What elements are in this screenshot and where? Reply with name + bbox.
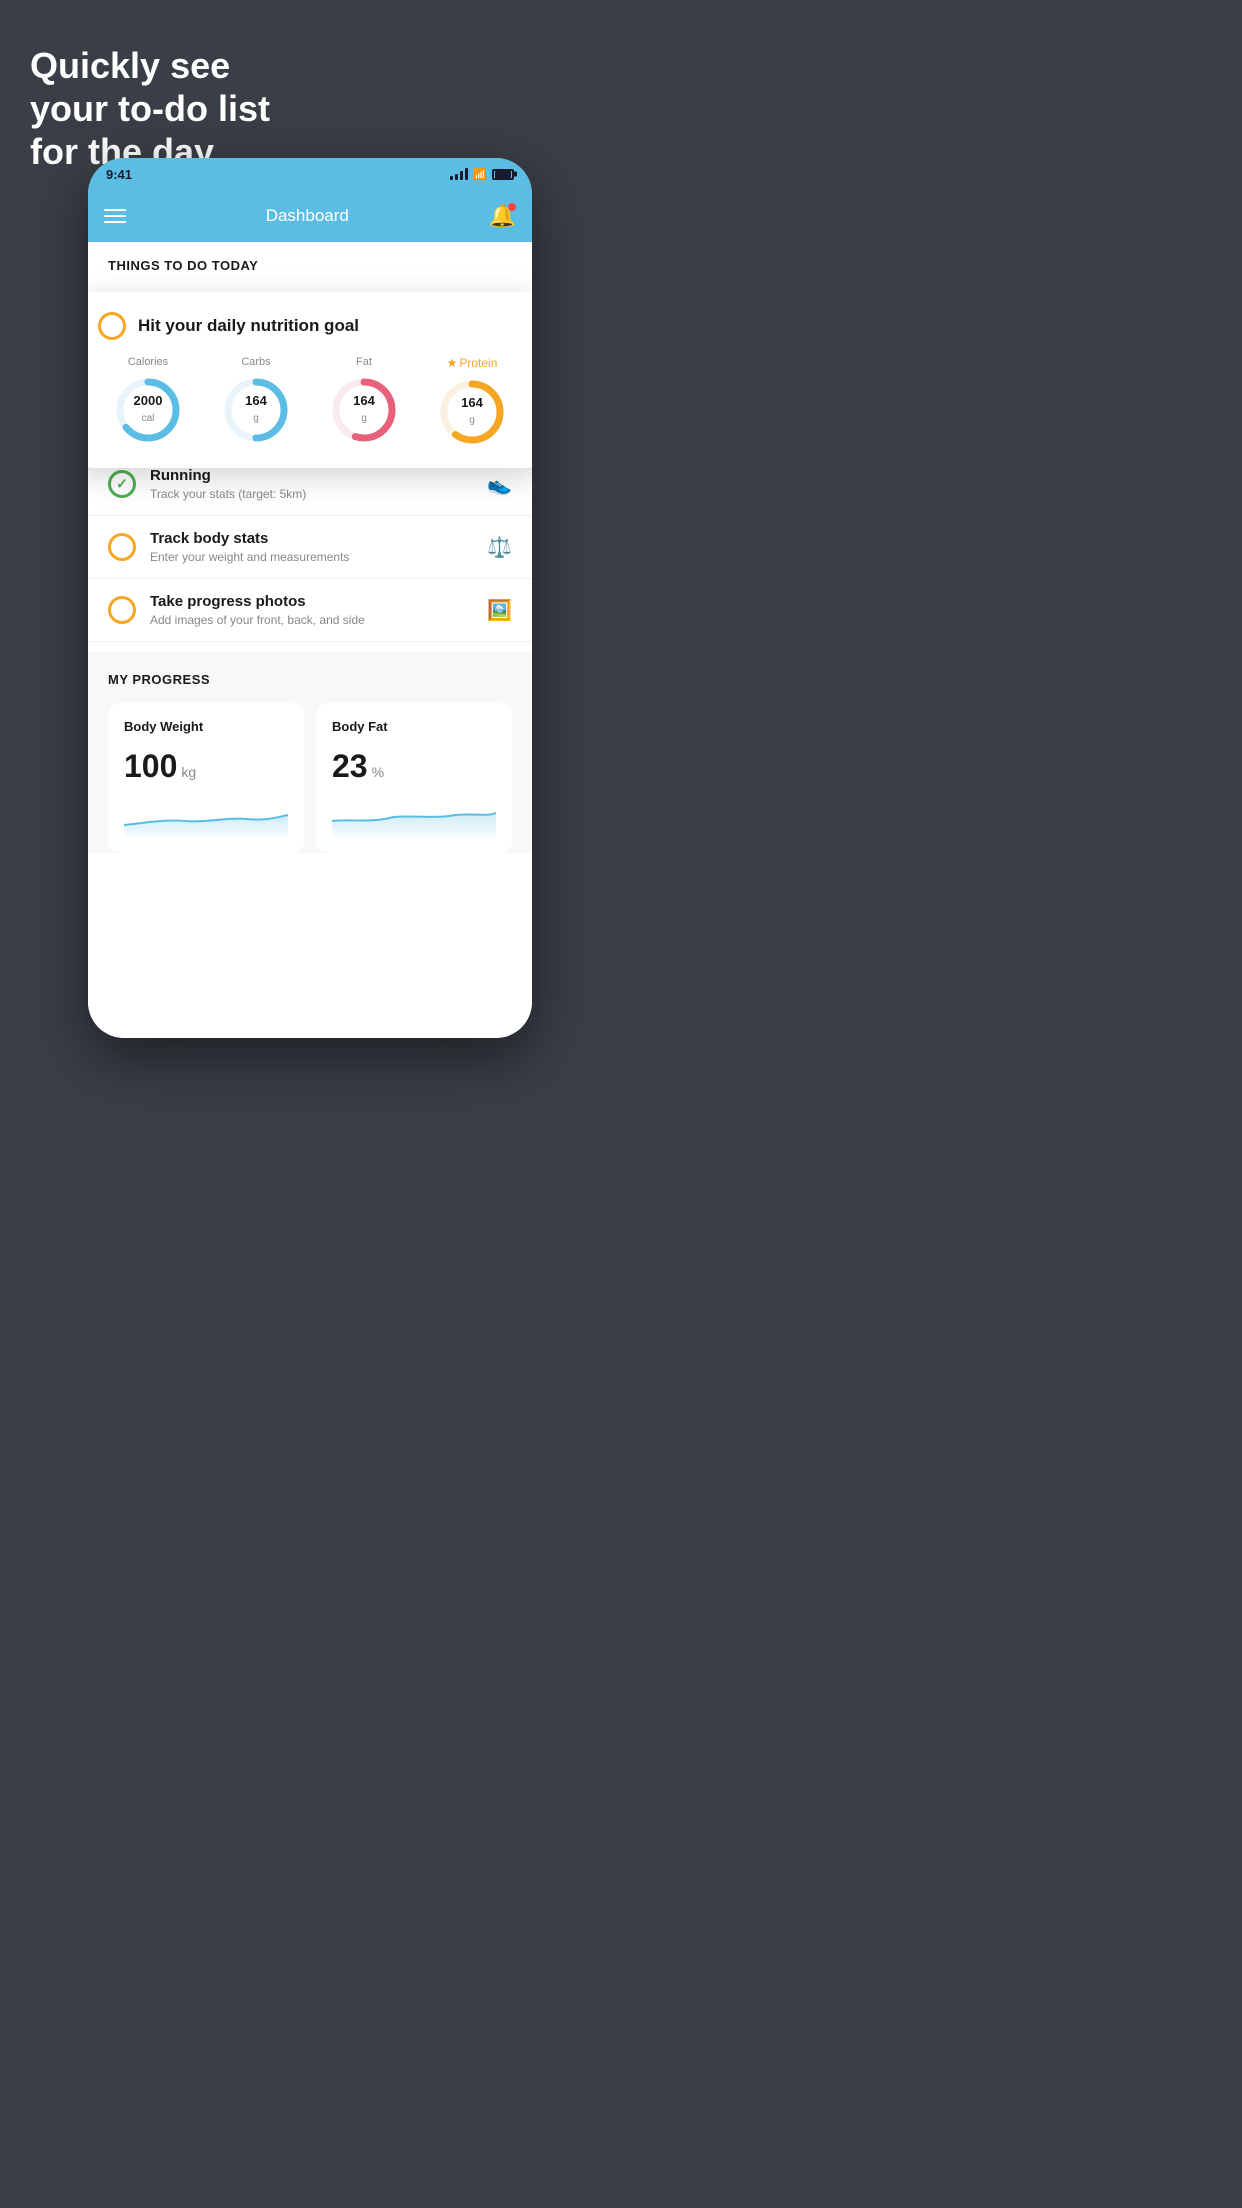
nutrition-card: Hit your daily nutrition goal Calories xyxy=(88,292,532,468)
body-weight-value: 100 xyxy=(124,748,177,785)
carbs-label: Carbs xyxy=(241,356,270,368)
nav-bar: Dashboard 🔔 xyxy=(88,190,532,242)
fat-donut: 164 g xyxy=(328,374,400,446)
carbs-donut: 164 g xyxy=(220,374,292,446)
body-weight-sparkline xyxy=(124,797,288,837)
protein-value: 164 xyxy=(461,396,483,410)
calories-value: 2000 xyxy=(134,394,163,408)
body-fat-value: 23 xyxy=(332,748,368,785)
body-weight-title: Body Weight xyxy=(124,719,288,734)
body-fat-title: Body Fat xyxy=(332,719,496,734)
progress-section: MY PROGRESS Body Weight 100 kg xyxy=(88,652,532,853)
battery-icon xyxy=(492,169,514,180)
progress-header: MY PROGRESS xyxy=(108,672,512,687)
todo-photos[interactable]: Take progress photos Add images of your … xyxy=(88,579,532,642)
carbs-value: 164 xyxy=(245,394,267,408)
fat-value: 164 xyxy=(353,394,375,408)
running-subtitle: Track your stats (target: 5km) xyxy=(150,487,473,501)
body-fat-card: Body Fat 23 % xyxy=(316,703,512,853)
body-stats-title: Track body stats xyxy=(150,530,473,547)
section-header: THINGS TO DO TODAY xyxy=(88,242,532,283)
body-weight-card: Body Weight 100 kg xyxy=(108,703,304,853)
protein-item: ★ Protein 164 g xyxy=(436,356,508,448)
photos-subtitle: Add images of your front, back, and side xyxy=(150,613,473,627)
carbs-unit: g xyxy=(253,413,259,424)
status-time: 9:41 xyxy=(106,167,132,182)
body-weight-unit: kg xyxy=(181,764,196,780)
body-stats-subtitle: Enter your weight and measurements xyxy=(150,550,473,564)
todo-body-stats[interactable]: Track body stats Enter your weight and m… xyxy=(88,516,532,579)
signal-icon xyxy=(450,168,468,180)
menu-button[interactable] xyxy=(104,209,126,223)
wifi-icon: 📶 xyxy=(473,168,487,181)
carbs-item: Carbs 164 g xyxy=(220,356,292,448)
protein-label: ★ Protein xyxy=(447,356,498,370)
hero-heading: Quickly see your to-do list for the day. xyxy=(30,44,270,174)
calories-unit: cal xyxy=(142,413,155,424)
status-bar: 9:41 📶 xyxy=(88,158,532,190)
notification-button[interactable]: 🔔 xyxy=(489,203,516,229)
running-checkbox[interactable] xyxy=(108,470,136,498)
notification-badge xyxy=(508,203,516,211)
body-fat-sparkline xyxy=(332,797,496,837)
phone-mockup: 9:41 📶 Dashboard 🔔 THINGS TO DO TODAY xyxy=(88,158,532,1038)
fat-label: Fat xyxy=(356,356,372,368)
running-title: Running xyxy=(150,467,473,484)
photos-checkbox[interactable] xyxy=(108,596,136,624)
nutrition-card-title: Hit your daily nutrition goal xyxy=(138,316,359,336)
photos-title: Take progress photos xyxy=(150,593,473,610)
protein-donut: 164 g xyxy=(436,376,508,448)
body-stats-checkbox[interactable] xyxy=(108,533,136,561)
nutrition-grid: Calories 2000 cal xyxy=(98,356,522,448)
fat-unit: g xyxy=(361,413,367,424)
protein-unit: g xyxy=(469,415,475,426)
content-area: THINGS TO DO TODAY Hit your daily nutrit… xyxy=(88,242,532,1038)
calories-donut: 2000 cal xyxy=(112,374,184,446)
body-fat-unit: % xyxy=(372,764,384,780)
status-icons: 📶 xyxy=(450,168,514,181)
progress-cards: Body Weight 100 kg xyxy=(108,703,512,853)
calories-item: Calories 2000 cal xyxy=(112,356,184,448)
calories-label: Calories xyxy=(128,356,168,368)
running-icon: 👟 xyxy=(487,472,512,497)
nutrition-checkbox[interactable] xyxy=(98,312,126,340)
photos-icon: 🖼️ xyxy=(487,598,512,623)
fat-item: Fat 164 g xyxy=(328,356,400,448)
nav-title: Dashboard xyxy=(266,206,349,226)
star-icon: ★ xyxy=(447,356,458,370)
body-stats-icon: ⚖️ xyxy=(487,535,512,560)
todo-list: Running Track your stats (target: 5km) 👟… xyxy=(88,453,532,642)
